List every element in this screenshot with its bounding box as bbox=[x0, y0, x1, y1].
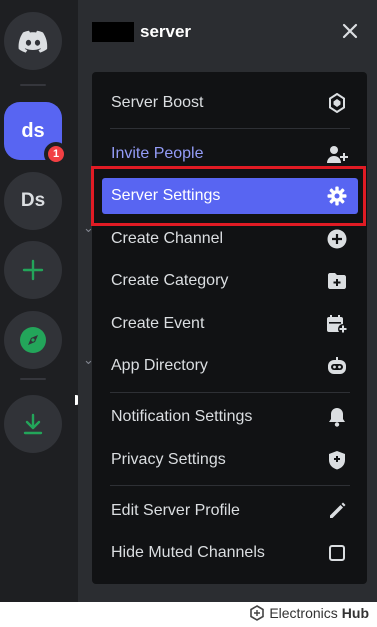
menu-item-label: Edit Server Profile bbox=[111, 502, 240, 519]
rail-divider bbox=[20, 84, 46, 86]
electronics-hub-logo-icon bbox=[250, 605, 265, 621]
add-server-button[interactable] bbox=[4, 241, 62, 299]
server-dropdown-menu: Server Boost Invite People Server Settin… bbox=[92, 72, 367, 584]
download-apps-button[interactable] bbox=[4, 395, 62, 453]
watermark-brand: Electronics bbox=[269, 605, 338, 621]
boost-icon bbox=[326, 92, 348, 114]
watermark-brand-bold: Hub bbox=[341, 605, 369, 621]
explore-servers-button[interactable] bbox=[4, 311, 62, 369]
checkbox-icon[interactable] bbox=[326, 542, 348, 564]
menu-item-notification-settings[interactable]: Notification Settings bbox=[102, 399, 358, 435]
menu-item-create-channel[interactable]: Create Channel bbox=[102, 221, 358, 257]
server-initials: Ds bbox=[20, 190, 46, 211]
server-initials: ds bbox=[21, 119, 45, 142]
menu-item-label: Server Boost bbox=[111, 94, 204, 111]
watermark-footer: Electronics Hub bbox=[0, 602, 377, 627]
menu-item-app-directory[interactable]: App Directory bbox=[102, 348, 358, 384]
menu-item-label: Create Category bbox=[111, 272, 229, 289]
plus-circle-icon bbox=[326, 228, 348, 250]
menu-item-edit-server-profile[interactable]: Edit Server Profile bbox=[102, 493, 358, 529]
redaction-box bbox=[92, 22, 134, 42]
menu-item-label: App Directory bbox=[111, 357, 208, 374]
folder-plus-icon bbox=[326, 270, 348, 292]
add-person-icon bbox=[326, 143, 348, 165]
menu-item-create-event[interactable]: Create Event bbox=[102, 306, 358, 342]
rail-divider bbox=[20, 378, 46, 380]
download-icon bbox=[23, 413, 43, 435]
robot-icon bbox=[326, 355, 348, 377]
menu-item-hide-muted-channels[interactable]: Hide Muted Channels bbox=[102, 535, 358, 571]
menu-separator bbox=[110, 485, 350, 486]
bell-icon bbox=[326, 406, 348, 428]
server-header[interactable]: server bbox=[78, 0, 377, 62]
discord-logo-icon bbox=[18, 30, 48, 53]
menu-item-label: Create Channel bbox=[111, 230, 224, 247]
shield-icon bbox=[326, 449, 348, 471]
menu-item-label: Privacy Settings bbox=[111, 451, 226, 468]
close-icon[interactable] bbox=[339, 20, 361, 42]
pencil-icon bbox=[326, 500, 348, 522]
menu-item-privacy-settings[interactable]: Privacy Settings bbox=[102, 442, 358, 478]
discord-home-button[interactable] bbox=[4, 12, 62, 70]
server-rail: ds 1 Ds bbox=[0, 0, 80, 602]
notification-badge: 1 bbox=[44, 142, 68, 166]
server-icon-ds-active[interactable]: ds 1 bbox=[4, 102, 68, 166]
electronics-hub-watermark: Electronics Hub bbox=[249, 605, 369, 621]
menu-separator bbox=[110, 128, 350, 129]
menu-item-label: Hide Muted Channels bbox=[111, 544, 265, 561]
menu-item-label: Notification Settings bbox=[111, 408, 253, 425]
calendar-plus-icon bbox=[326, 313, 348, 335]
menu-item-create-category[interactable]: Create Category bbox=[102, 263, 358, 299]
annotation-highlight-box bbox=[91, 166, 366, 226]
menu-item-server-boost[interactable]: Server Boost bbox=[102, 85, 358, 121]
compass-icon bbox=[20, 327, 46, 353]
menu-separator bbox=[110, 392, 350, 393]
menu-item-label: Create Event bbox=[111, 315, 205, 332]
menu-item-label: Invite People bbox=[111, 145, 204, 162]
server-name: server bbox=[140, 22, 192, 41]
server-icon-ds[interactable]: Ds bbox=[4, 172, 62, 230]
plus-icon bbox=[22, 259, 44, 281]
